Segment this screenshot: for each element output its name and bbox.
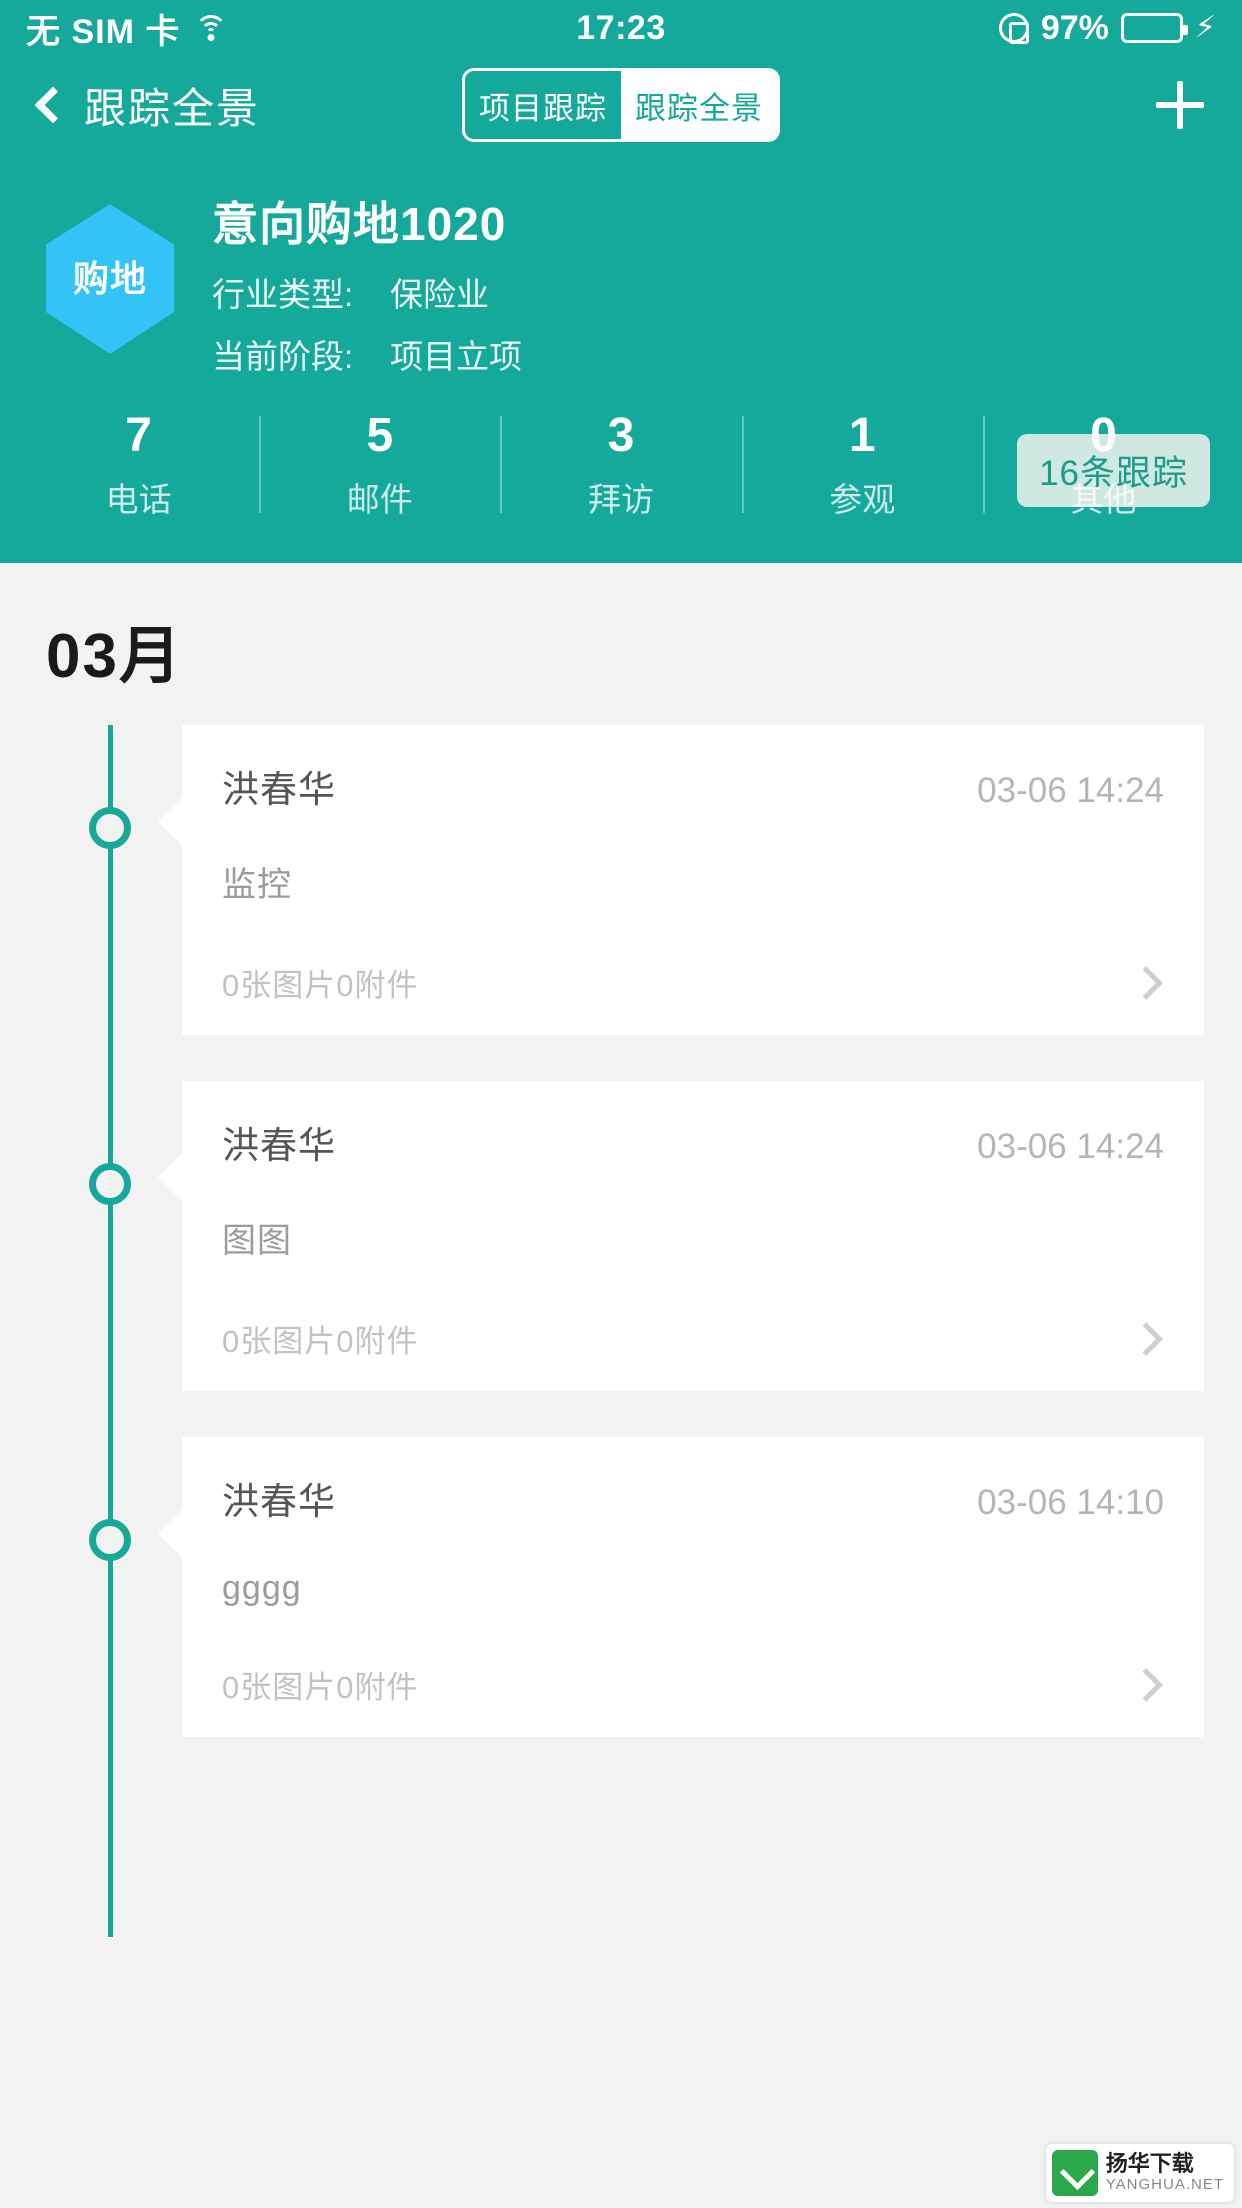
navigation-bar: 跟踪全景 项目跟踪 跟踪全景 [0,56,1242,154]
chevron-right-icon[interactable] [1129,965,1163,1000]
watermark: 扬华下载 YANGHUA.NET [1045,2144,1234,2202]
chevron-right-icon[interactable] [1129,1667,1163,1702]
tab-project-tracking[interactable]: 项目跟踪 [465,71,621,139]
card-author: 洪春华 [222,1481,336,1523]
tab-tracking-overview[interactable]: 跟踪全景 [621,71,777,139]
stat-tour-count: 1 [848,409,876,462]
stat-phone-label: 电话 [105,481,172,519]
stat-tour[interactable]: 1 参观 [741,408,983,521]
segmented-control[interactable]: 项目跟踪 跟踪全景 [462,68,780,142]
card-attachment-count: 0附件 [336,1670,419,1706]
stage-label: 当前阶段: [212,338,354,375]
card-body-text: 图图 [222,1222,292,1261]
list-item[interactable]: 洪春华 03-06 14:24 监控 0张图片 0附件 [0,725,1242,1036]
watermark-logo-icon [1051,2150,1098,2196]
card-header: 洪春华 03-06 14:24 [222,759,1164,813]
card-timestamp: 03-06 14:24 [977,771,1164,811]
nav-title: 跟踪全景 [84,84,261,132]
tracking-card[interactable]: 洪春华 03-06 14:10 gggg 0张图片 0附件 [158,1437,1204,1738]
card-footer: 0张图片 0附件 [222,1316,1164,1361]
timeline-dot-icon [89,1519,131,1562]
stats-row: 7 电话 5 邮件 3 拜访 1 参观 0 其他 [0,408,1242,563]
page-title: 意向购地1020 [212,198,507,250]
stat-visit[interactable]: 3 拜访 [500,408,741,521]
battery-icon [1120,13,1188,43]
card-timestamp: 03-06 14:24 [977,1127,1164,1167]
timeline-dot-icon [89,807,131,850]
stage-value: 项目立项 [390,338,522,375]
stat-email[interactable]: 5 邮件 [259,408,500,521]
rotation-lock-icon [998,13,1029,44]
industry-value: 保险业 [390,276,489,313]
project-summary: 购地 意向购地1020 行业类型: 保险业 当前阶段: 项目立项 [0,154,1242,378]
card-body-text: 监控 [222,866,292,905]
card-image-count: 0张图片 [222,968,337,1004]
card-image-count: 0张图片 [222,1324,337,1360]
timeline-list: 洪春华 03-06 14:24 监控 0张图片 0附件 洪春华 03-06 14… [0,725,1242,1938]
card-footer: 0张图片 0附件 [222,960,1164,1005]
card-image-count: 0张图片 [222,1670,337,1706]
tracking-card[interactable]: 洪春华 03-06 14:24 监控 0张图片 0附件 [158,725,1204,1036]
card-header: 洪春华 03-06 14:24 [222,1115,1164,1169]
stat-other-label: 其他 [1070,481,1137,519]
stat-email-count: 5 [366,409,394,462]
back-button[interactable]: 跟踪全景 [34,75,260,136]
watermark-subtitle: YANGHUA.NET [1105,2175,1224,2193]
card-body-text: gggg [222,1569,302,1608]
card-author: 洪春华 [222,1125,336,1167]
stat-email-label: 邮件 [346,481,413,519]
card-header: 洪春华 03-06 14:10 [222,1471,1164,1525]
tracking-card[interactable]: 洪春华 03-06 14:24 图图 0张图片 0附件 [158,1081,1204,1392]
stat-phone[interactable]: 7 电话 [18,408,259,521]
industry-label: 行业类型: [212,276,354,313]
project-info: 意向购地1020 行业类型: 保险业 当前阶段: 项目立项 [212,182,1208,378]
stat-visit-count: 3 [607,409,635,462]
timeline-section: 03月 洪春华 03-06 14:24 监控 0张图片 0附件 洪春华 03-0… [0,563,1242,1938]
card-timestamp: 03-06 14:10 [977,1483,1164,1523]
stage-row: 当前阶段: 项目立项 [212,330,1208,378]
status-bar-right: 97% ⚡ [998,8,1216,48]
card-attachment-count: 0附件 [336,968,419,1004]
status-bar: 无 SIM 卡 17:23 97% ⚡ [0,0,1242,56]
watermark-title: 扬华下载 [1105,2151,1194,2177]
card-author: 洪春华 [222,769,336,811]
stat-phone-count: 7 [125,409,152,462]
project-type-label: 购地 [72,258,147,299]
list-item[interactable]: 洪春华 03-06 14:10 gggg 0张图片 0附件 [0,1437,1242,1738]
watermark-text: 扬华下载 YANGHUA.NET [1106,2152,1224,2193]
stat-other[interactable]: 0 其他 [982,408,1224,521]
charging-icon: ⚡ [1194,11,1216,44]
plus-icon[interactable] [1152,77,1208,133]
chevron-left-icon [34,86,72,124]
chevron-right-icon[interactable] [1129,1321,1163,1356]
month-header: 03月 [46,622,183,692]
card-attachment-count: 0附件 [336,1324,419,1360]
project-header: 购地 意向购地1020 行业类型: 保险业 当前阶段: 项目立项 16条跟踪 7… [0,154,1242,564]
timeline-dot-icon [89,1163,131,1206]
project-type-badge: 购地 [46,204,174,354]
stat-visit-label: 拜访 [588,481,654,519]
stat-tour-label: 参观 [829,481,896,519]
card-footer: 0张图片 0附件 [222,1662,1164,1707]
list-item[interactable]: 洪春华 03-06 14:24 图图 0张图片 0附件 [0,1081,1242,1392]
stat-other-count: 0 [1090,409,1117,462]
battery-percent-label: 97% [1040,8,1109,47]
industry-row: 行业类型: 保险业 [212,268,1208,316]
